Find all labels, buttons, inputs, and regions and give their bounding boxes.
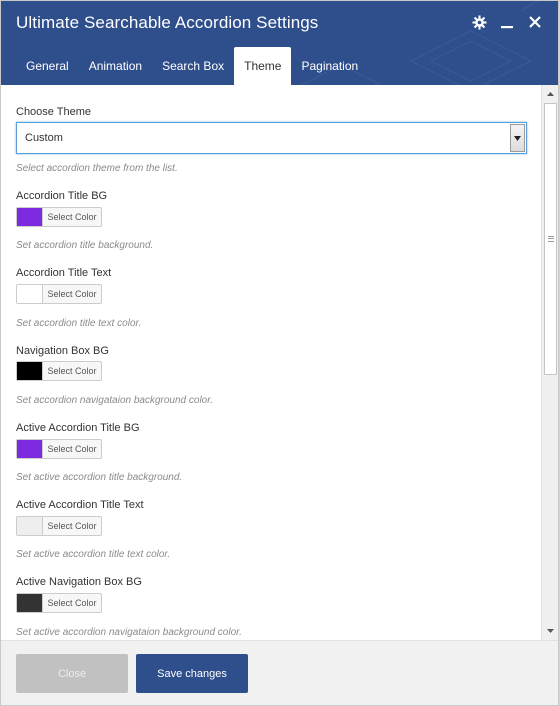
select-color-label: Select Color <box>47 521 97 531</box>
chevron-down-icon[interactable] <box>510 124 525 152</box>
gear-icon[interactable] <box>470 13 488 31</box>
tab-search-box[interactable]: Search Box <box>152 47 234 85</box>
choose-theme-help: Select accordion theme from the list. <box>16 163 178 174</box>
settings-dialog: Ultimate Searchable Accordion Settings G… <box>0 0 559 706</box>
accordion-title-text-label: Accordion Title Text <box>16 267 112 279</box>
color-swatch <box>17 517 43 535</box>
active-navigation-box-bg-help: Set active accordion navigataion backgro… <box>16 627 242 638</box>
choose-theme-label: Choose Theme <box>16 106 92 118</box>
navigation-box-bg-help: Set accordion navigataion background col… <box>16 395 213 406</box>
theme-select[interactable]: Custom <box>16 122 527 154</box>
minimize-icon[interactable] <box>498 13 516 31</box>
grip-icon <box>548 236 554 242</box>
color-swatch <box>17 594 43 612</box>
accordion-title-text-help: Set accordion title text color. <box>16 318 142 329</box>
scrollbar-thumb[interactable] <box>544 103 557 375</box>
select-color-label: Select Color <box>47 212 97 222</box>
close-button[interactable]: Close <box>16 654 128 693</box>
scroll-down-icon[interactable] <box>542 623 558 639</box>
save-changes-button[interactable]: Save changes <box>136 654 248 693</box>
color-swatch <box>17 440 43 458</box>
dialog-header: Ultimate Searchable Accordion Settings G… <box>1 1 558 85</box>
accordion-title-text-color-button[interactable]: Select Color <box>16 284 102 304</box>
dialog-footer: Close Save changes <box>1 640 558 705</box>
dialog-body: Choose Theme Custom Select accordion the… <box>1 85 558 640</box>
active-navigation-box-bg-color-button[interactable]: Select Color <box>16 593 102 613</box>
navigation-box-bg-label: Navigation Box BG <box>16 345 109 357</box>
close-icon[interactable] <box>526 13 544 31</box>
tab-animation[interactable]: Animation <box>79 47 152 85</box>
active-accordion-title-bg-help: Set active accordion title background. <box>16 472 183 483</box>
active-accordion-title-text-label: Active Accordion Title Text <box>16 499 144 511</box>
color-swatch <box>17 362 43 380</box>
tab-pagination[interactable]: Pagination <box>291 47 368 85</box>
tab-general[interactable]: General <box>16 47 79 85</box>
accordion-title-bg-color-button[interactable]: Select Color <box>16 207 102 227</box>
color-swatch <box>17 208 43 226</box>
vertical-scrollbar[interactable] <box>541 85 558 640</box>
active-accordion-title-text-help: Set active accordion title text color. <box>16 549 171 560</box>
tab-theme[interactable]: Theme <box>234 47 292 85</box>
navigation-box-bg-color-button[interactable]: Select Color <box>16 361 102 381</box>
accordion-title-bg-label: Accordion Title BG <box>16 190 108 202</box>
theme-select-value: Custom <box>25 132 63 144</box>
color-swatch <box>17 285 43 303</box>
dialog-title: Ultimate Searchable Accordion Settings <box>16 13 319 32</box>
accordion-title-bg-help: Set accordion title background. <box>16 240 154 251</box>
active-accordion-title-bg-color-button[interactable]: Select Color <box>16 439 102 459</box>
select-color-label: Select Color <box>47 366 97 376</box>
select-color-label: Select Color <box>47 444 97 454</box>
select-color-label: Select Color <box>47 289 97 299</box>
active-navigation-box-bg-label: Active Navigation Box BG <box>16 576 142 588</box>
active-accordion-title-text-color-button[interactable]: Select Color <box>16 516 102 536</box>
settings-tabs: General Animation Search Box Theme Pagin… <box>16 47 368 85</box>
active-accordion-title-bg-label: Active Accordion Title BG <box>16 422 140 434</box>
header-controls <box>470 13 544 31</box>
select-color-label: Select Color <box>47 598 97 608</box>
scroll-up-icon[interactable] <box>542 86 558 102</box>
